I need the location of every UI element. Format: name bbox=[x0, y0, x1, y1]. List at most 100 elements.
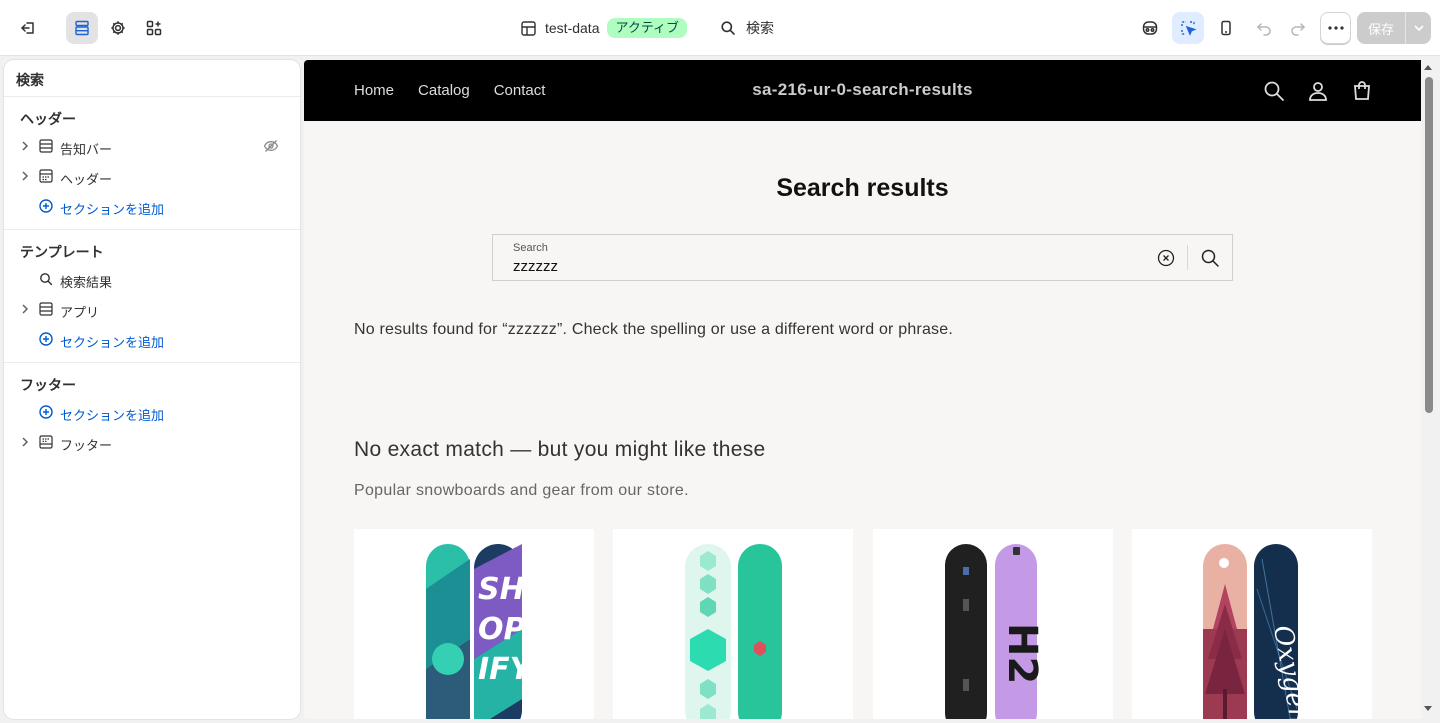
inspector-toggle-button[interactable] bbox=[1134, 12, 1166, 44]
search-divider bbox=[1187, 245, 1188, 270]
store-selector[interactable]: test-data アクティブ bbox=[520, 16, 688, 40]
preview-scrollbar[interactable] bbox=[1421, 60, 1436, 719]
add-section-label: セクションを追加 bbox=[60, 202, 165, 217]
header-section-icon bbox=[39, 169, 53, 183]
sidebar-item-label: アプリ bbox=[60, 305, 100, 320]
page-title: Search results bbox=[776, 174, 949, 202]
header-icons bbox=[1262, 79, 1374, 103]
sidebar-title: 検索 bbox=[4, 60, 300, 97]
exit-button[interactable] bbox=[12, 12, 44, 44]
chevron-down-icon bbox=[1413, 25, 1424, 31]
clear-icon[interactable] bbox=[1157, 249, 1175, 267]
device-preview-button[interactable] bbox=[1210, 12, 1242, 44]
save-button-group: 保存 bbox=[1357, 12, 1431, 44]
scroll-up-arrow[interactable] bbox=[1424, 65, 1432, 70]
status-badge: アクティブ bbox=[607, 18, 688, 38]
store-header: Home Catalog Contact sa-216-ur-0-search-… bbox=[304, 60, 1421, 121]
recommendations-subtitle: Popular snowboards and gear from our sto… bbox=[354, 482, 689, 499]
scroll-down-arrow[interactable] bbox=[1424, 706, 1432, 711]
sections-sidebar: 検索 ヘッダー 告知バー ヘッダー セクションを追加 テンプレート 検索結果 ア… bbox=[4, 60, 300, 719]
cursor-select-icon bbox=[1181, 21, 1197, 36]
undo-button[interactable] bbox=[1248, 12, 1280, 44]
eye-hidden-icon[interactable] bbox=[263, 139, 279, 153]
store-name: test-data bbox=[545, 20, 600, 36]
section-icon bbox=[39, 302, 53, 316]
scroll-thumb[interactable] bbox=[1425, 77, 1433, 413]
save-options-button[interactable] bbox=[1405, 12, 1431, 44]
top-search-label: 検索 bbox=[746, 20, 774, 36]
save-button[interactable]: 保存 bbox=[1357, 12, 1405, 44]
snowboard-image: Oxygen bbox=[1203, 544, 1314, 719]
svg-text:H2: H2 bbox=[999, 623, 1045, 684]
mobile-icon bbox=[1221, 20, 1231, 36]
chevron-right-icon[interactable] bbox=[21, 437, 29, 447]
redo-button[interactable] bbox=[1282, 12, 1314, 44]
svg-text:IFY: IFY bbox=[478, 652, 535, 687]
inspector-icon bbox=[1142, 21, 1158, 35]
chevron-right-icon[interactable] bbox=[21, 304, 29, 314]
search-field-label: Search bbox=[513, 242, 548, 254]
sidebar-item-apps[interactable]: アプリ bbox=[4, 294, 300, 324]
search-icon bbox=[721, 21, 735, 35]
sidebar-item-label: フッター bbox=[60, 438, 113, 453]
sidebar-group-title: ヘッダー bbox=[20, 111, 76, 127]
more-actions-button[interactable] bbox=[1320, 12, 1351, 44]
cart-icon[interactable] bbox=[1350, 79, 1374, 103]
chevron-right-icon[interactable] bbox=[21, 171, 29, 181]
chevron-right-icon[interactable] bbox=[21, 141, 29, 151]
sections-icon bbox=[75, 20, 89, 36]
section-icon bbox=[39, 139, 53, 153]
apps-button[interactable] bbox=[138, 12, 170, 44]
search-submit-icon[interactable] bbox=[1200, 248, 1220, 268]
product-card[interactable]: H2 bbox=[873, 529, 1113, 719]
search-icon bbox=[40, 273, 53, 286]
sections-tab-button[interactable] bbox=[66, 12, 98, 44]
product-card[interactable]: SH OP IFY bbox=[354, 529, 594, 719]
sidebar-item-label: 告知バー bbox=[60, 142, 113, 157]
sidebar-item-header[interactable]: ヘッダー bbox=[4, 161, 300, 191]
product-card[interactable] bbox=[613, 529, 853, 719]
gear-icon bbox=[111, 21, 125, 35]
search-field-value[interactable]: zzzzzz bbox=[513, 258, 558, 275]
sidebar-group-title: フッター bbox=[20, 377, 76, 393]
snowboard-image: H2 bbox=[945, 544, 1045, 719]
sidebar-item-search-results[interactable]: 検索結果 bbox=[4, 264, 300, 294]
add-section-label: セクションを追加 bbox=[60, 408, 165, 423]
sidebar-item-label: 検索結果 bbox=[60, 275, 113, 290]
exit-icon bbox=[21, 22, 34, 34]
add-section-label: セクションを追加 bbox=[60, 335, 165, 350]
sidebar-item-label: ヘッダー bbox=[60, 172, 113, 187]
sidebar-group-header: ヘッダー 告知バー ヘッダー セクションを追加 bbox=[4, 97, 300, 230]
undo-icon bbox=[1256, 23, 1271, 36]
store-title[interactable]: sa-216-ur-0-search-results bbox=[304, 80, 1421, 100]
add-circle-icon bbox=[39, 332, 53, 346]
editor-topbar: test-data アクティブ 検索 保存 bbox=[0, 0, 1440, 56]
top-search-button[interactable]: 検索 bbox=[720, 16, 774, 40]
layout-icon bbox=[521, 20, 536, 36]
search-icon[interactable] bbox=[1262, 79, 1286, 103]
sidebar-item-footer[interactable]: フッター bbox=[4, 427, 300, 457]
sidebar-group-template: テンプレート 検索結果 アプリ セクションを追加 bbox=[4, 230, 300, 363]
storefront-preview: Home Catalog Contact sa-216-ur-0-search-… bbox=[304, 60, 1436, 719]
add-section-header-button[interactable]: セクションを追加 bbox=[4, 191, 300, 221]
sidebar-item-announcement-bar[interactable]: 告知バー bbox=[4, 131, 300, 161]
sidebar-group-footer: フッター セクションを追加 フッター bbox=[4, 363, 300, 465]
svg-text:SH: SH bbox=[478, 572, 525, 607]
recommendations-title: No exact match — but you might like thes… bbox=[354, 438, 766, 461]
search-input[interactable]: Search zzzzzz bbox=[492, 234, 1233, 281]
sidebar-group-title: テンプレート bbox=[20, 244, 104, 260]
redo-icon bbox=[1291, 23, 1306, 36]
add-section-footer-button[interactable]: セクションを追加 bbox=[4, 397, 300, 427]
add-circle-icon bbox=[39, 405, 53, 419]
no-results-message: No results found for “zzzzzz”. Check the… bbox=[354, 321, 953, 338]
snowboard-image: SH OP IFY bbox=[426, 544, 535, 719]
add-section-template-button[interactable]: セクションを追加 bbox=[4, 324, 300, 354]
account-icon[interactable] bbox=[1306, 79, 1330, 103]
more-horizontal-icon bbox=[1327, 26, 1344, 30]
footer-section-icon bbox=[39, 435, 53, 449]
snowboard-image bbox=[685, 544, 782, 719]
settings-button[interactable] bbox=[102, 12, 134, 44]
svg-text:OP: OP bbox=[478, 612, 526, 647]
product-card[interactable]: Oxygen bbox=[1132, 529, 1372, 719]
select-element-button[interactable] bbox=[1172, 12, 1204, 44]
